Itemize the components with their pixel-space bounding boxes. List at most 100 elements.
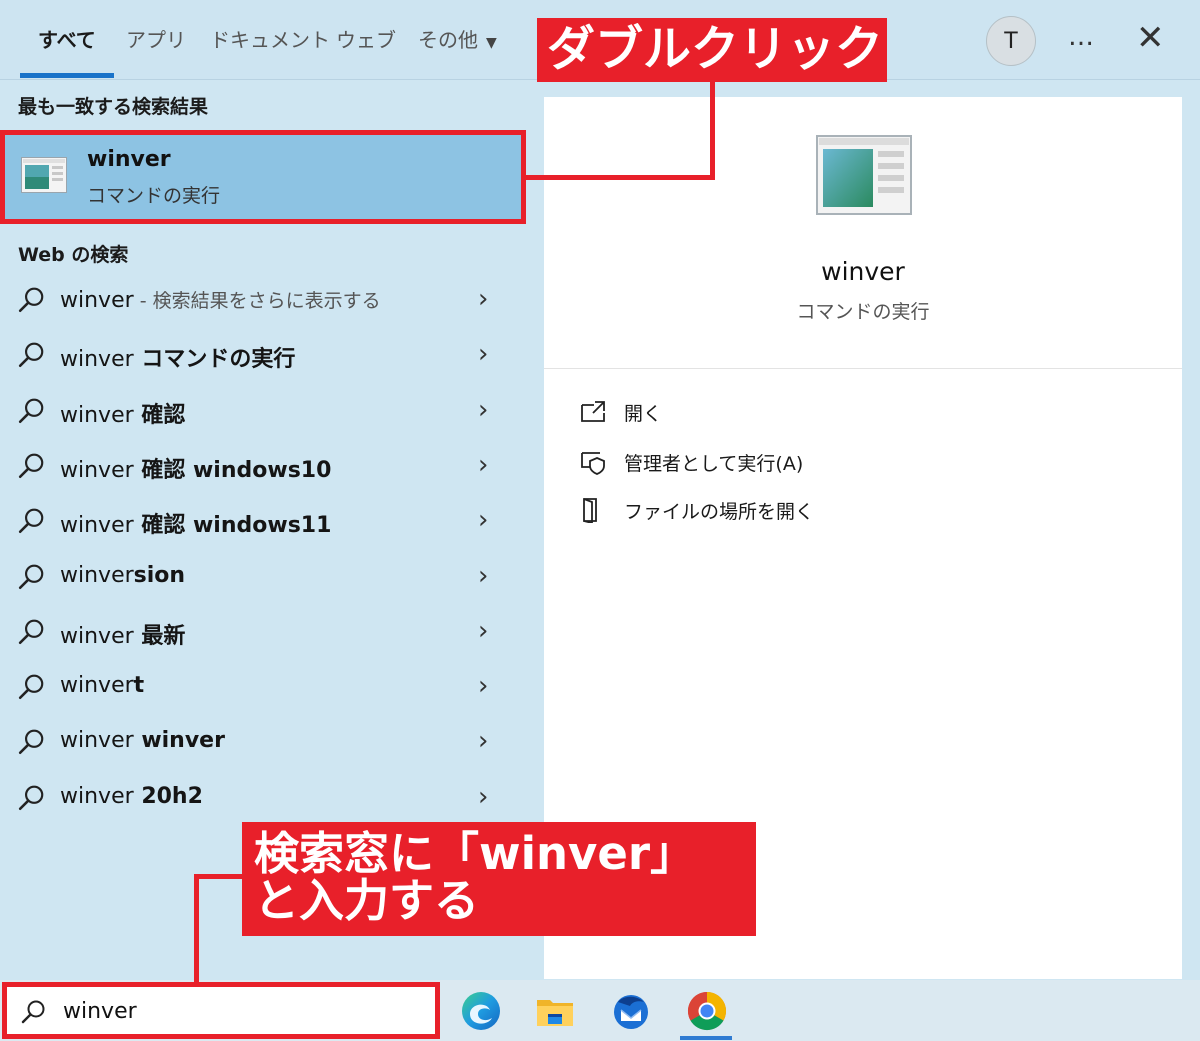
action-label: ファイルの場所を開く [624, 501, 815, 523]
thunderbird-icon[interactable] [610, 990, 652, 1032]
chevron-right-icon[interactable]: › [478, 339, 488, 369]
chevron-right-icon[interactable]: › [478, 671, 488, 701]
web-search-text: winvert [60, 673, 144, 698]
query-text: winver [60, 563, 134, 588]
search-icon [18, 564, 44, 590]
detail-subtitle: コマンドの実行 [796, 301, 930, 323]
close-button[interactable]: ✕ [1136, 18, 1165, 58]
query-hint: - 検索結果をさらに表示する [133, 290, 381, 312]
query-suffix: t [133, 673, 145, 698]
web-search-heading: Web の検索 [18, 244, 129, 266]
taskbar: winver [0, 980, 1200, 1041]
search-icon [18, 398, 44, 424]
web-search-item[interactable]: winver winver › [0, 716, 544, 770]
search-box[interactable]: winver [2, 982, 440, 1039]
search-input[interactable]: winver [63, 999, 137, 1024]
avatar-initial: T [1004, 28, 1018, 54]
web-search-item[interactable]: winvert › [0, 661, 544, 715]
query-text: winver [60, 784, 134, 809]
chevron-right-icon[interactable]: › [478, 782, 488, 812]
detail-title: winver [821, 257, 905, 286]
tab-label: ウェブ [336, 28, 396, 52]
best-match-heading: 最も一致する検索結果 [18, 96, 209, 118]
query-suffix: 20h2 [133, 784, 203, 809]
tab-label: ドキュメント [210, 28, 330, 52]
folder-icon [583, 498, 597, 523]
query-text: winver [60, 624, 134, 649]
web-search-item[interactable]: winver コマンドの実行 › [0, 329, 544, 383]
chevron-right-icon[interactable]: › [478, 726, 488, 756]
web-search-item[interactable]: winver 最新 › [0, 606, 544, 660]
winver-app-icon [21, 157, 67, 193]
web-search-item[interactable]: winver 確認 windows11 › [0, 495, 544, 549]
web-search-item[interactable]: winver - 検索結果をさらに表示する › [0, 274, 544, 328]
double-click-callout: ダブルクリック [537, 18, 887, 82]
query-text: winver [60, 513, 134, 538]
tab-all[interactable]: すべて [20, 24, 114, 78]
chevron-right-icon[interactable]: › [478, 395, 488, 425]
web-search-item[interactable]: winversion › [0, 551, 544, 605]
search-icon [18, 674, 44, 700]
best-match-subtitle: コマンドの実行 [87, 185, 221, 207]
tab-label: アプリ [126, 28, 186, 52]
type-winver-callout: 検索窓に「winver」 と入力する [242, 822, 756, 936]
search-icon [18, 508, 44, 534]
web-search-item[interactable]: winver 20h2 › [0, 772, 544, 826]
callout-connector [194, 874, 199, 982]
active-app-indicator [680, 1036, 732, 1040]
chevron-right-icon[interactable]: › [478, 505, 488, 535]
account-avatar[interactable]: T [986, 16, 1036, 66]
best-match-title: winver [87, 147, 171, 172]
search-icon [18, 619, 44, 645]
web-search-text: winver 確認 windows10 [60, 452, 331, 484]
callout-connector [710, 80, 715, 180]
query-text: winver [60, 403, 134, 428]
web-search-item[interactable]: winver 確認 › [0, 385, 544, 439]
web-search-item[interactable]: winver 確認 windows10 › [0, 440, 544, 494]
chevron-right-icon[interactable]: › [478, 284, 488, 314]
tab-label: すべて [38, 28, 96, 52]
more-options-button[interactable]: … [1068, 22, 1096, 52]
best-match-result[interactable]: winver コマンドの実行 [0, 130, 526, 224]
query-suffix: sion [133, 563, 186, 588]
tab-apps[interactable]: アプリ [126, 24, 186, 78]
chevron-right-icon[interactable]: › [478, 450, 488, 480]
web-search-text: winver コマンドの実行 [60, 341, 295, 373]
chevron-right-icon[interactable]: › [478, 616, 488, 646]
callout-line: と入力する [254, 874, 480, 928]
action-label: 管理者として実行(A) [624, 453, 804, 475]
web-search-text: winver winver [60, 728, 225, 753]
callout-connector [194, 874, 244, 879]
query-suffix: winver [133, 728, 225, 753]
search-icon [18, 729, 44, 755]
open-icon [581, 401, 605, 422]
query-suffix: 確認 windows10 [133, 458, 332, 483]
query-suffix: コマンドの実行 [133, 347, 296, 372]
edge-icon[interactable] [460, 990, 502, 1032]
chevron-right-icon[interactable]: › [478, 561, 488, 591]
web-search-text: winver 確認 [60, 397, 185, 429]
caret-down-icon: ▼ [486, 35, 497, 51]
query-suffix: 確認 windows11 [133, 513, 332, 538]
chrome-icon[interactable] [686, 990, 728, 1032]
action-label: 開く [624, 403, 663, 425]
web-search-text: winversion [60, 563, 185, 588]
query-text: winver [60, 288, 134, 313]
search-icon [18, 453, 44, 479]
query-suffix: 最新 [133, 624, 186, 649]
query-suffix: 確認 [133, 403, 186, 428]
web-search-text: winver 20h2 [60, 784, 203, 809]
search-icon [18, 785, 44, 811]
tab-web[interactable]: ウェブ [336, 24, 396, 78]
shield-icon [581, 452, 605, 475]
winver-large-icon [816, 135, 912, 215]
query-text: winver [60, 347, 134, 372]
search-icon [18, 342, 44, 368]
tab-documents[interactable]: ドキュメント [210, 24, 330, 78]
web-search-text: winver 最新 [60, 618, 185, 650]
tab-more[interactable]: その他 ▼ [418, 24, 497, 78]
callout-line: 検索窓に「winver」 [254, 827, 696, 880]
web-search-text: winver - 検索結果をさらに表示する [60, 286, 381, 313]
callout-connector [524, 175, 714, 180]
file-explorer-icon[interactable] [534, 990, 576, 1032]
